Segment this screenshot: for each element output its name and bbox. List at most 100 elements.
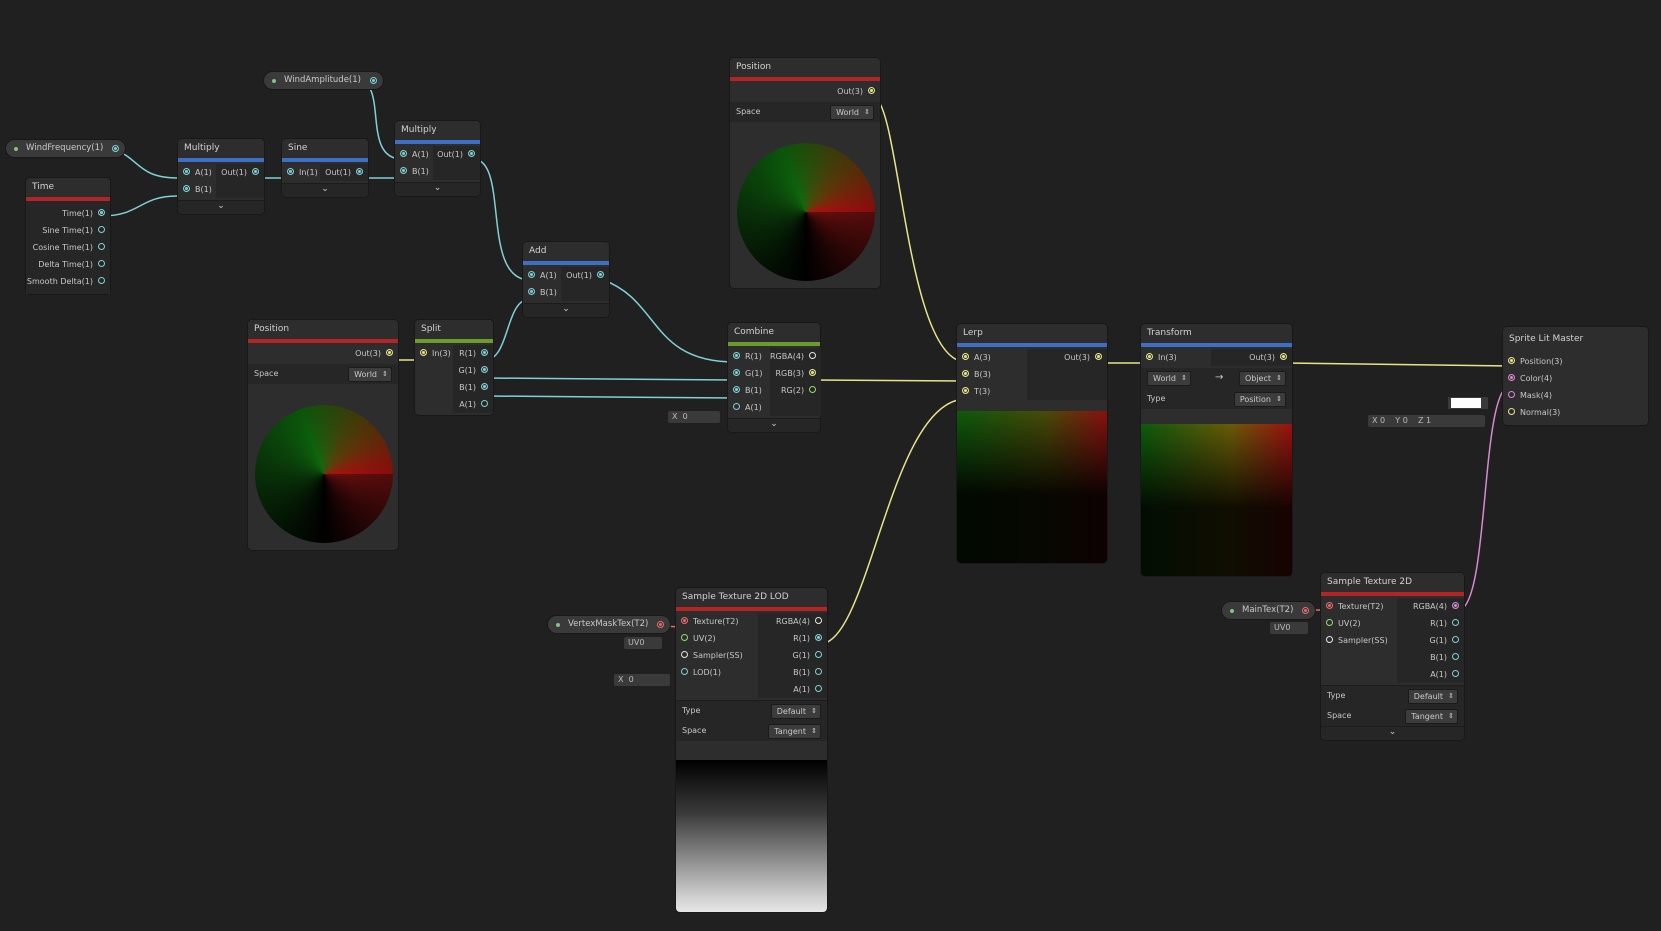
input-port[interactable] — [528, 288, 535, 295]
to-space-dropdown[interactable]: Object — [1238, 371, 1286, 386]
sine-node[interactable]: Sine In(1) Out(1) ⌄ — [282, 139, 368, 197]
sample-texture-2d-node[interactable]: Sample Texture 2D Texture(T2) UV(2) Samp… — [1321, 573, 1464, 740]
input-in[interactable]: In(1) — [282, 164, 320, 181]
output-a[interactable]: A(1) — [453, 396, 493, 413]
output-port[interactable] — [98, 260, 105, 267]
output-out[interactable]: Out(1) — [216, 164, 264, 181]
expand-chevron-icon[interactable]: ⌄ — [178, 200, 264, 214]
output-g[interactable]: G(1) — [1397, 632, 1464, 649]
input-port[interactable] — [528, 271, 535, 278]
output-port[interactable] — [1452, 670, 1459, 677]
wind-frequency-property[interactable]: WindFrequency(1) — [6, 140, 126, 157]
normal-default-vector[interactable]: X 0 Y 0 Z 1 — [1368, 415, 1485, 427]
multiply-node-2[interactable]: Multiply A(1) B(1) Out(1) ⌄ — [395, 121, 480, 196]
output-port[interactable] — [868, 87, 875, 94]
input-port[interactable] — [733, 369, 740, 376]
input-port[interactable] — [681, 651, 688, 658]
output-port[interactable] — [815, 685, 822, 692]
output-port[interactable] — [809, 369, 817, 376]
input-port[interactable] — [400, 150, 407, 157]
y-value[interactable]: 0 — [1403, 416, 1408, 425]
output-port[interactable] — [481, 383, 488, 390]
output-port[interactable] — [112, 145, 120, 152]
output-b[interactable]: B(1) — [453, 379, 493, 396]
main-tex-property[interactable]: MainTex(T2) — [1222, 602, 1316, 619]
input-port[interactable] — [1146, 353, 1153, 360]
lerp-node[interactable]: Lerp A(3) B(3) T(3) Out(3) — [957, 324, 1107, 563]
input-r[interactable]: R(1) — [728, 348, 770, 365]
input-port[interactable] — [681, 668, 688, 675]
output-port[interactable] — [597, 271, 604, 278]
wind-amplitude-property[interactable]: WindAmplitude(1) — [264, 72, 383, 89]
position-node-left[interactable]: Position Out(3) Space World — [248, 320, 398, 550]
output-port[interactable] — [252, 168, 259, 175]
output-port[interactable] — [1095, 353, 1102, 360]
output-port[interactable] — [98, 277, 105, 284]
input-port[interactable] — [962, 353, 969, 360]
output-port[interactable] — [98, 226, 105, 233]
expand-chevron-icon[interactable]: ⌄ — [1321, 726, 1464, 740]
output-rgba[interactable]: RGBA(4) — [758, 613, 827, 630]
input-a[interactable]: A(3) — [957, 349, 1027, 366]
input-port[interactable] — [733, 386, 740, 393]
output-port[interactable] — [809, 386, 817, 393]
type-dropdown[interactable]: Default — [770, 704, 821, 719]
output-out[interactable]: Out(3) — [248, 345, 398, 362]
output-port[interactable] — [809, 352, 817, 359]
output-port[interactable] — [1452, 653, 1459, 660]
output-port[interactable] — [1452, 602, 1459, 609]
output-time[interactable]: Time(1) — [26, 205, 110, 222]
output-sine-time[interactable]: Sine Time(1) — [26, 222, 110, 239]
input-t[interactable]: T(3) — [957, 383, 1027, 400]
input-port[interactable] — [183, 185, 190, 192]
input-sampler[interactable]: Sampler(SS) — [676, 647, 758, 664]
input-port[interactable] — [1326, 636, 1333, 643]
output-rg[interactable]: RG(2) — [770, 382, 821, 399]
output-port[interactable] — [98, 243, 105, 250]
input-texture[interactable]: Texture(T2) — [676, 613, 758, 630]
input-port[interactable] — [733, 352, 740, 359]
uv-default-dropdown[interactable]: UV0 — [1270, 622, 1308, 634]
input-port[interactable] — [183, 168, 190, 175]
expand-chevron-icon[interactable]: ⌄ — [523, 303, 609, 317]
expand-chevron-icon[interactable]: ⌄ — [282, 183, 368, 197]
input-port[interactable] — [1326, 602, 1333, 609]
input-port[interactable] — [962, 370, 969, 377]
input-lod[interactable]: LOD(1) — [676, 664, 758, 681]
space-dropdown[interactable]: World — [348, 367, 392, 382]
output-port[interactable] — [369, 77, 377, 84]
input-b[interactable]: B(1) — [395, 163, 433, 180]
output-port[interactable] — [1302, 607, 1310, 614]
input-a[interactable]: A(1) — [728, 399, 770, 416]
expand-chevron-icon[interactable]: ⌄ — [728, 418, 820, 432]
input-port[interactable] — [1508, 374, 1515, 381]
input-port[interactable] — [1326, 619, 1333, 626]
output-out[interactable]: Out(3) — [730, 83, 880, 100]
space-dropdown[interactable]: Tangent — [768, 724, 821, 739]
input-port[interactable] — [681, 617, 688, 624]
output-out[interactable]: Out(1) — [320, 164, 368, 181]
output-r[interactable]: R(1) — [453, 345, 493, 362]
input-uv[interactable]: UV(2) — [1321, 615, 1397, 632]
input-in[interactable]: In(3) — [415, 345, 453, 362]
output-port[interactable] — [657, 621, 665, 628]
output-port[interactable] — [1280, 353, 1287, 360]
uv-default-dropdown[interactable]: UV0 — [624, 637, 662, 649]
output-port[interactable] — [481, 400, 488, 407]
output-g[interactable]: G(1) — [453, 362, 493, 379]
output-port[interactable] — [815, 668, 822, 675]
space-dropdown[interactable]: World — [830, 105, 874, 120]
transform-node[interactable]: Transform In(3) Out(3) World → Object Ty… — [1141, 324, 1292, 576]
input-b[interactable]: B(1) — [728, 382, 770, 399]
from-space-dropdown[interactable]: World — [1147, 371, 1191, 386]
output-delta-time[interactable]: Delta Time(1) — [26, 256, 110, 273]
input-port[interactable] — [733, 403, 740, 410]
input-mask[interactable]: Mask(4) — [1503, 387, 1648, 404]
output-port[interactable] — [481, 366, 488, 373]
input-sampler[interactable]: Sampler(SS) — [1321, 632, 1397, 649]
output-b[interactable]: B(1) — [758, 664, 827, 681]
output-out[interactable]: Out(3) — [1211, 349, 1292, 366]
output-out[interactable]: Out(3) — [1027, 349, 1107, 366]
input-g[interactable]: G(1) — [728, 365, 770, 382]
input-color[interactable]: Color(4) — [1503, 370, 1648, 387]
